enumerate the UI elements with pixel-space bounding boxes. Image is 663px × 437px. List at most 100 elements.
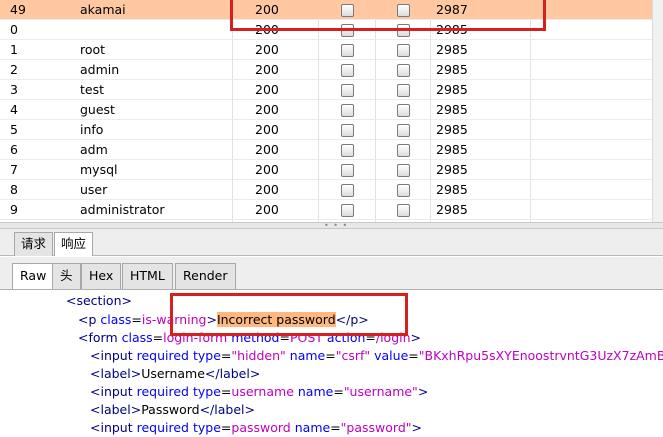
row-id: 49 xyxy=(10,2,26,17)
row-timeout-checkbox[interactable] xyxy=(397,184,410,197)
code-line-section: <section> xyxy=(66,292,132,310)
row-length: 2987 xyxy=(436,2,468,17)
row-timeout-checkbox[interactable] xyxy=(397,24,410,37)
warning-message: Incorrect password xyxy=(216,312,336,327)
row-timeout-checkbox[interactable] xyxy=(397,204,410,217)
table-row[interactable]: 1 root 200 2985 xyxy=(0,40,663,60)
row-error-checkbox[interactable] xyxy=(341,104,354,117)
view-tabs: Raw 头 Hex HTML Render xyxy=(0,257,663,290)
row-error-checkbox[interactable] xyxy=(341,164,354,177)
code-line-input-username: <input required type=username name="user… xyxy=(90,383,428,401)
row-length: 2985 xyxy=(436,102,468,117)
row-payload: akamai xyxy=(80,2,126,17)
table-row[interactable]: 8 user 200 2985 xyxy=(0,180,663,200)
row-error-checkbox[interactable] xyxy=(341,124,354,137)
row-error-checkbox[interactable] xyxy=(341,144,354,157)
table-row[interactable]: 0 200 2985 xyxy=(0,20,663,40)
row-payload: info xyxy=(80,122,104,137)
row-id: 2 xyxy=(10,62,18,77)
code-line-input-csrf: <input required type="hidden" name="csrf… xyxy=(90,347,663,365)
row-id: 8 xyxy=(10,182,18,197)
row-length: 2985 xyxy=(436,182,468,197)
type-attr: type xyxy=(192,420,221,435)
input-tag: <input xyxy=(90,420,137,435)
row-timeout-checkbox[interactable] xyxy=(397,144,410,157)
section-tag: <section> xyxy=(66,293,132,308)
form-tag-bracket: > xyxy=(410,330,422,345)
form-action-attr: action xyxy=(326,330,366,345)
input-tag-bracket: > xyxy=(417,384,429,399)
required-attr: required xyxy=(136,348,193,363)
row-timeout-checkbox[interactable] xyxy=(397,124,410,137)
row-error-checkbox[interactable] xyxy=(341,84,354,97)
label-tag: <label> xyxy=(90,402,142,417)
equals-sign: = xyxy=(279,330,290,345)
table-row[interactable]: 5 info 200 2985 xyxy=(0,120,663,140)
row-timeout-checkbox[interactable] xyxy=(397,44,410,57)
code-line-label-username: <label>Username</label> xyxy=(90,365,260,383)
row-status: 200 xyxy=(255,62,279,77)
form-tag: <form xyxy=(78,330,122,345)
row-timeout-checkbox[interactable] xyxy=(397,84,410,97)
name-value: "username" xyxy=(343,384,418,399)
p-tag: <p xyxy=(78,312,101,327)
equals-sign: = xyxy=(220,348,232,363)
row-payload: guest xyxy=(80,102,115,117)
code-line-warning: <p class=is-warning>Incorrect password</… xyxy=(78,311,369,329)
code-line-form: <form class=login-form method=POST actio… xyxy=(78,329,421,347)
table-row[interactable]: 2 admin 200 2985 xyxy=(0,60,663,80)
row-error-checkbox[interactable] xyxy=(341,24,354,37)
type-value: username xyxy=(231,384,294,399)
row-error-checkbox[interactable] xyxy=(341,184,354,197)
row-id: 0 xyxy=(10,22,18,37)
row-payload: root xyxy=(80,42,106,57)
csrf-token-value: "BKxhRpu5sXYEnoostrvntG3UzX7zAmBC" xyxy=(418,348,663,363)
row-timeout-checkbox[interactable] xyxy=(397,164,410,177)
table-row[interactable]: 7 mysql 200 2985 xyxy=(0,160,663,180)
pane-splitter[interactable]: • • • xyxy=(0,221,663,230)
row-status: 200 xyxy=(255,82,279,97)
row-status: 200 xyxy=(255,42,279,57)
table-row[interactable]: 9 administrator 200 2985 xyxy=(0,200,663,220)
equals-sign: = xyxy=(408,348,419,363)
table-row[interactable]: 3 test 200 2985 xyxy=(0,80,663,100)
tab-html[interactable]: HTML xyxy=(122,263,173,289)
splitter-grip-icon: • • • xyxy=(324,221,349,230)
table-row[interactable]: 4 guest 200 2985 xyxy=(0,100,663,120)
row-timeout-checkbox[interactable] xyxy=(397,104,410,117)
row-timeout-checkbox[interactable] xyxy=(397,4,410,17)
row-error-checkbox[interactable] xyxy=(341,64,354,77)
equals-sign: = xyxy=(330,420,341,435)
row-error-checkbox[interactable] xyxy=(341,4,354,17)
results-table: 49 akamai 200 2987 0 200 2985 1 root 200 2985 2 admi… xyxy=(0,0,663,222)
form-class-attr: class xyxy=(121,330,153,345)
row-length: 2985 xyxy=(436,122,468,137)
row-status: 200 xyxy=(255,122,279,137)
tab-hex[interactable]: Hex xyxy=(81,263,122,289)
row-payload: admin xyxy=(80,62,120,77)
input-tag-bracket: > xyxy=(411,420,422,435)
table-row[interactable]: 6 adm 200 2985 xyxy=(0,140,663,160)
tab-response[interactable]: 响应 xyxy=(54,232,94,256)
row-timeout-checkbox[interactable] xyxy=(397,64,410,77)
tab-render[interactable]: Render xyxy=(175,263,236,289)
form-class-value: login-form xyxy=(163,330,228,345)
type-value: "hidden" xyxy=(231,348,286,363)
tab-raw[interactable]: Raw xyxy=(12,263,55,289)
tab-headers[interactable]: 头 xyxy=(52,263,81,289)
row-length: 2985 xyxy=(436,82,468,97)
table-scrollbar[interactable] xyxy=(652,0,663,222)
table-row[interactable]: 49 akamai 200 2987 xyxy=(0,0,663,20)
response-body-raw[interactable]: <section> <p class=is-warning>Incorrect … xyxy=(0,291,663,437)
row-id: 1 xyxy=(10,42,18,57)
input-tag: <input xyxy=(90,348,137,363)
required-attr: required xyxy=(136,420,193,435)
equals-sign: = xyxy=(220,384,232,399)
tab-request[interactable]: 请求 xyxy=(14,232,54,256)
row-error-checkbox[interactable] xyxy=(341,44,354,57)
row-status: 200 xyxy=(255,162,279,177)
row-id: 7 xyxy=(10,162,18,177)
row-error-checkbox[interactable] xyxy=(341,204,354,217)
form-action-value: /login xyxy=(375,330,411,345)
name-attr: name xyxy=(294,420,331,435)
